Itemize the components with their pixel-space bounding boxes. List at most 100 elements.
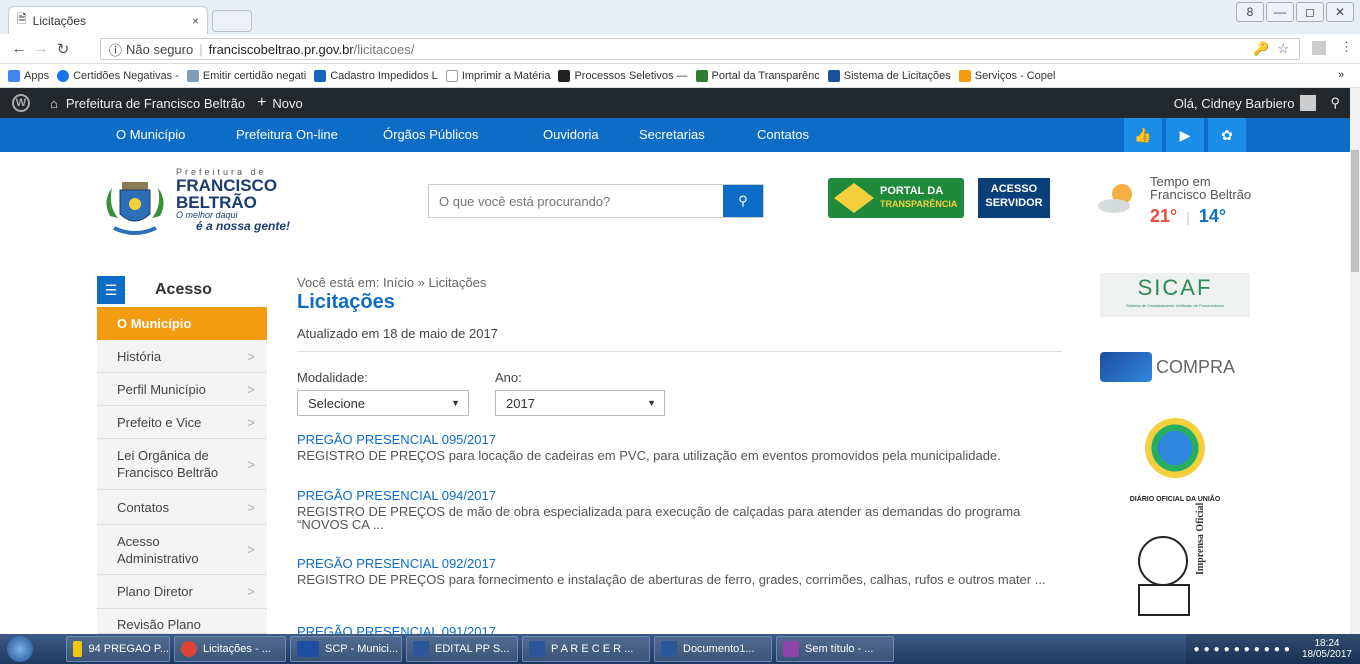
bookmark-emitir[interactable]: Emitir certidão negati (186, 69, 306, 82)
taskbar-label: Sem título - ... (805, 643, 874, 655)
windows-icon (7, 636, 33, 662)
chevron-right-icon: > (247, 499, 255, 515)
brazil-flag-icon (834, 183, 874, 213)
site-logo[interactable]: Prefeitura de FRANCISCO BELTRÃO O melhor… (176, 168, 290, 233)
url-domain: franciscobeltrao.pr.gov.br (208, 41, 354, 57)
info-icon[interactable]: ⓘ (109, 40, 122, 59)
bookmark-imprimir[interactable]: Imprimir a Matéria (445, 69, 550, 82)
compras-logo[interactable]: COMPRA (1100, 350, 1250, 384)
bookmark-sistema[interactable]: Sistema de Licitações (827, 69, 951, 82)
weather-label: Tempo em Francisco Beltrão (1150, 175, 1251, 201)
close-window-button[interactable]: ✕ (1326, 2, 1354, 22)
bookmark-certidoes[interactable]: Certidões Negativas - (57, 69, 179, 82)
close-icon[interactable]: × (192, 14, 199, 28)
admin-new-link[interactable]: + Novo (257, 94, 303, 112)
menu-item-orgaos[interactable]: Órgãos Públicos (383, 127, 478, 142)
sidebar-item-contatos[interactable]: Contatos > (97, 490, 267, 525)
taskbar-item[interactable]: 94 PREGAO P... (66, 636, 170, 662)
forward-icon[interactable]: → (30, 40, 52, 57)
sidebar-item-municipio[interactable]: O Município (97, 307, 267, 340)
bookmark-label: Processos Seletivos — (574, 69, 688, 82)
sicaf-logo[interactable]: SICAF Sistema de Cadastramento Unificado… (1100, 273, 1250, 317)
search-icon[interactable]: ⚲ (1330, 95, 1340, 111)
new-tab-button[interactable] (212, 10, 252, 32)
avatar[interactable] (1300, 95, 1317, 111)
home-icon: ⌂ (50, 95, 58, 111)
plus-icon: + (257, 94, 267, 111)
bookmark-label: Sistema de Licitações (843, 69, 951, 82)
acesso-servidor-button[interactable]: ACESSO SERVIDOR (978, 178, 1050, 218)
sidebar-item-revisao[interactable]: Revisão Plano> (97, 609, 267, 634)
licitacao-link[interactable]: PREGÃO PRESENCIAL 094/2017 (297, 488, 1067, 503)
star-icon[interactable]: ☆ (1277, 41, 1289, 57)
browser-tab[interactable]: 🗎 Licitações × (8, 6, 208, 34)
divider (297, 351, 1062, 352)
menu-item-ouvidoria[interactable]: Ouvidoria (543, 127, 599, 142)
chevron-down-icon: ▼ (451, 398, 460, 408)
folder-icon (73, 641, 83, 657)
diario-oficial-logo[interactable]: DIÁRIO OFICIAL DA UNIÃO (1100, 418, 1250, 510)
scrollbar[interactable] (1350, 88, 1360, 634)
clock-date: 18/05/2017 (1301, 649, 1352, 660)
extension-icon[interactable] (1312, 41, 1326, 55)
modalidade-select[interactable]: Selecione ▼ (297, 390, 469, 416)
sidebar-item-acesso-admin[interactable]: Acesso Administrativo > (97, 525, 267, 575)
taskbar-item[interactable]: Licitações - ... (174, 636, 286, 662)
taskbar-item[interactable]: EDITAL PP S... (406, 636, 518, 662)
menu-item-contatos[interactable]: Contatos (757, 127, 809, 142)
licitacao-desc: REGISTRO DE PREÇOS para locação de cadei… (297, 448, 1001, 463)
imprensa-oficial-logo[interactable]: Imprensa Oficial (1125, 503, 1225, 617)
minimize-button[interactable]: — (1266, 2, 1294, 22)
back-icon[interactable]: ← (8, 40, 30, 57)
bookmark-apps[interactable]: Apps (8, 69, 49, 82)
twitter-icon[interactable]: ✿ (1208, 118, 1246, 152)
puzzle-icon (1100, 352, 1152, 382)
tab-title: Licitações (32, 13, 87, 28)
like-icon[interactable]: 👍 (1124, 118, 1162, 152)
chevron-right-icon: > (247, 414, 255, 430)
sidebar-item-historia[interactable]: História > (97, 340, 267, 373)
bookmark-cadastro[interactable]: Cadastro Impedidos L (314, 69, 438, 82)
menu-item-municipio[interactable]: O Município (116, 127, 185, 142)
sidebar-item-label: Contatos (117, 499, 170, 515)
youtube-icon[interactable]: ▶ (1166, 118, 1204, 152)
sidebar-item-lei-organica[interactable]: Lei Orgânica de Francisco Beltrão > (97, 439, 267, 490)
search-button[interactable]: ⚲ (723, 185, 763, 217)
reload-icon[interactable]: ↻ (52, 40, 74, 58)
menu-item-secretarias[interactable]: Secretarias (639, 127, 705, 142)
licitacao-link[interactable]: PREGÃO PRESENCIAL 092/2017 (297, 556, 1067, 571)
taskbar-label: P A R E C E R ... (551, 643, 634, 655)
licitacao-link[interactable]: PREGÃO PRESENCIAL 095/2017 (297, 432, 1067, 447)
bookmark-portal[interactable]: Portal da Transparênc (695, 69, 820, 82)
not-secure-label: Não seguro (126, 41, 194, 57)
taskbar-item[interactable]: SCP - Munici... (290, 636, 402, 662)
url-input[interactable]: ⓘ Não seguro | franciscobeltrao.pr.gov.b… (100, 38, 1300, 60)
maximize-button[interactable]: ◻ (1296, 2, 1324, 22)
ano-select[interactable]: 2017 ▼ (495, 390, 665, 416)
key-icon[interactable]: 🔑 (1253, 41, 1269, 57)
bookmark-copel[interactable]: Serviços - Copel (958, 69, 1055, 82)
menu-item-prefeitura-online[interactable]: Prefeitura On-line (236, 127, 338, 142)
sidebar-item-plano-diretor[interactable]: Plano Diretor > (97, 575, 267, 609)
sidebar-item-perfil[interactable]: Perfil Município > (97, 373, 267, 406)
tray-icons[interactable]: ●●●●●●●●●● (1194, 644, 1294, 655)
bookmark-processos[interactable]: Processos Seletivos — (558, 69, 688, 82)
taskbar-item[interactable]: Documento1... (654, 636, 772, 662)
admin-greeting[interactable]: Olá, Cidney Barbiero (1174, 96, 1295, 111)
start-button[interactable] (0, 634, 40, 664)
system-tray: ●●●●●●●●●● 18:24 18/05/2017 (1185, 634, 1360, 664)
bookmarks-more[interactable]: » (1338, 69, 1344, 81)
admin-site-link[interactable]: ⌂ Prefeitura de Francisco Beltrão (50, 96, 245, 111)
crest-icon (100, 176, 170, 240)
taskbar-item[interactable]: P A R E C E R ... (522, 636, 650, 662)
search-input[interactable] (429, 185, 723, 217)
menu-icon[interactable]: ⋮ (1340, 39, 1353, 55)
sidebar-item-prefeito[interactable]: Prefeito e Vice > (97, 406, 267, 439)
clock[interactable]: 18:24 18/05/2017 (1302, 638, 1352, 660)
list-icon[interactable]: ☰ (97, 276, 125, 304)
wordpress-icon[interactable]: W (12, 94, 30, 112)
scrollbar-thumb[interactable] (1351, 150, 1359, 272)
taskbar-item[interactable]: Sem título - ... (776, 636, 894, 662)
portal-transparencia-button[interactable]: PORTAL DA TRANSPARÊNCIA (828, 178, 964, 218)
user-icon[interactable]: 8 (1236, 2, 1264, 22)
